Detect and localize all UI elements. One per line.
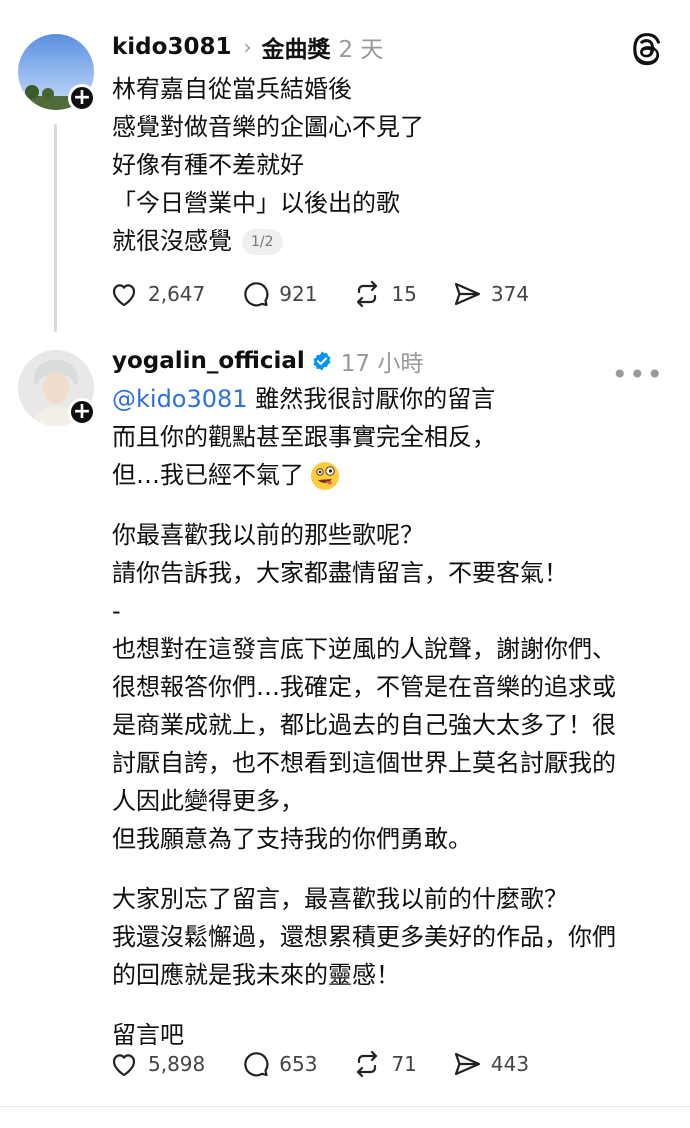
comment-icon	[244, 282, 269, 307]
comment-button[interactable]: 921	[239, 278, 317, 310]
comment-count: 653	[279, 1052, 318, 1076]
verified-badge-icon	[313, 351, 331, 371]
share-button[interactable]: 374	[451, 278, 529, 310]
comment-icon	[244, 1052, 269, 1077]
like-count: 5,898	[148, 1052, 206, 1076]
mention-link[interactable]: @kido3081	[112, 385, 248, 413]
timestamp: 17 小時	[340, 351, 424, 377]
post-text-line: 很想報答你們…我確定，不管是在音樂的追求或	[112, 673, 616, 701]
post-text: 但…我已經不氣了	[112, 461, 304, 489]
repost-icon	[357, 1050, 378, 1078]
post-text-line: 感覺對做音樂的企圖心不見了	[112, 113, 424, 141]
share-button[interactable]: 443	[451, 1048, 529, 1080]
share-count: 374	[490, 282, 530, 306]
share-count: 443	[490, 1052, 530, 1076]
repost-button[interactable]: 71	[351, 1048, 417, 1080]
post-text-line: 的回應就是我未來的靈感！	[112, 961, 400, 989]
repost-count: 15	[391, 282, 417, 306]
zany-face-emoji-icon	[311, 462, 339, 490]
share-icon	[454, 1052, 481, 1076]
repost-icon	[357, 280, 378, 308]
post-text-line: 你最喜歡我以前的那些歌呢？	[112, 521, 424, 549]
timestamp: 2 天	[338, 37, 384, 63]
post-body: 林宥嘉自從當兵結婚後 感覺對做音樂的企圖心不見了 好像有種不差就好 「今日營業中…	[112, 70, 660, 260]
post-text-line: 我還沒鬆懈過，還想累積更多美好的作品，你們	[112, 923, 616, 951]
post-text-line: 請你告訴我，大家都盡情留言，不要客氣！	[112, 559, 568, 587]
comment-count: 921	[279, 282, 318, 306]
post-text-line: 但…我已經不氣了	[112, 456, 660, 494]
topic-tag[interactable]: 金曲獎	[261, 30, 330, 64]
comment-button[interactable]: 653	[239, 1048, 317, 1080]
chevron-right-icon: ›	[243, 35, 252, 59]
threads-logo-icon[interactable]	[630, 32, 664, 66]
follow-plus-icon[interactable]: +	[68, 84, 96, 112]
like-button[interactable]: 5,898	[108, 1048, 205, 1080]
username[interactable]: kido3081	[112, 34, 231, 60]
feed-divider	[0, 1106, 690, 1107]
thread-post: + kido3081 › 金曲獎 2 天 林宥嘉自從當兵結婚後 感覺對做音樂的企…	[0, 0, 690, 340]
thread-connector	[54, 124, 57, 332]
heart-icon	[112, 1054, 136, 1077]
post-text: 就很沒感覺	[112, 227, 232, 255]
post-text-line: 人因此變得更多，	[112, 787, 304, 815]
post-text-line: -	[112, 597, 121, 625]
post-text-line: 是商業成就上，都比過去的自己強大太多了！很	[112, 711, 616, 739]
post-text-line: 也想對在這發言底下逆風的人說聲，謝謝你們、	[112, 635, 616, 663]
post-text: 雖然我很討厭你的留言	[255, 385, 496, 413]
heart-icon	[112, 284, 136, 307]
post-text-line: 但我願意為了支持我的你們勇敢。	[112, 825, 472, 853]
repost-button[interactable]: 15	[351, 278, 417, 310]
post-actions: 2,647 921 15 374	[108, 278, 563, 310]
follow-plus-icon[interactable]: +	[68, 398, 96, 426]
post-body: @kido3081 雖然我很討厭你的留言 而且你的觀點甚至跟事實完全相反， 但……	[112, 380, 660, 1054]
post-header: yogalin_official 17 小時	[112, 344, 423, 378]
reply-post: + yogalin_official 17 小時 ••• @kido3081 雖…	[0, 340, 690, 1105]
post-text-line: 「今日營業中」以後出的歌	[112, 189, 400, 217]
post-text-line: 林宥嘉自從當兵結婚後	[112, 75, 352, 103]
like-count: 2,647	[148, 282, 206, 306]
share-icon	[454, 282, 481, 306]
username[interactable]: yogalin_official	[112, 348, 305, 374]
post-text-line: 大家別忘了留言，最喜歡我以前的什麼歌？	[112, 885, 568, 913]
post-header: kido3081 › 金曲獎 2 天	[112, 30, 383, 64]
post-actions: 5,898 653 71 443	[108, 1048, 563, 1080]
post-text-line: 好像有種不差就好	[112, 151, 304, 179]
post-text-line: 就很沒感覺 1/2	[112, 222, 660, 260]
carousel-pager[interactable]: 1/2	[242, 229, 283, 255]
post-text-line: 而且你的觀點甚至跟事實完全相反，	[112, 423, 496, 451]
like-button[interactable]: 2,647	[108, 278, 205, 310]
post-text-line: 討厭自誇，也不想看到這個世界上莫名討厭我的	[112, 749, 616, 777]
post-text-line: @kido3081 雖然我很討厭你的留言	[112, 380, 660, 418]
repost-count: 71	[391, 1052, 417, 1076]
